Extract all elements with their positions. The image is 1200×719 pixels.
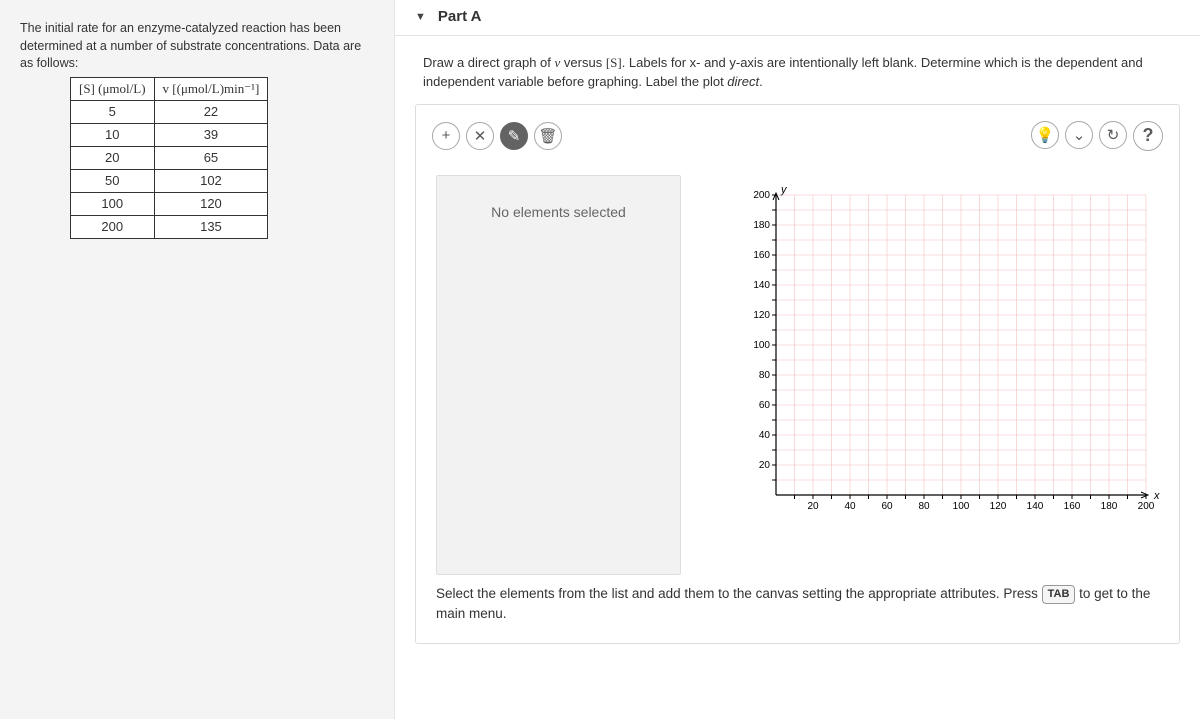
hint-button[interactable]: 💡	[1031, 121, 1059, 149]
graph-canvas[interactable]: y x 20406080100120140160180200 204060801…	[726, 175, 1166, 545]
table-row: 2065	[71, 146, 268, 169]
svg-text:140: 140	[1027, 501, 1044, 512]
y-axis-label: y	[780, 184, 788, 196]
problem-panel: The initial rate for an enzyme-catalyzed…	[0, 0, 395, 719]
svg-text:120: 120	[990, 501, 1007, 512]
svg-text:200: 200	[1138, 501, 1155, 512]
selection-panel: No elements selected	[436, 175, 681, 575]
graph-widget: + ✕ ✎ 🗑 💡 ⌄ ↻ ? No elements selected	[415, 104, 1180, 644]
svg-text:20: 20	[759, 460, 771, 471]
col-v-header: v [(μmol/L)min⁻¹]	[154, 77, 268, 100]
add-element-button[interactable]: +	[432, 122, 460, 150]
svg-text:140: 140	[753, 280, 770, 291]
svg-text:40: 40	[759, 430, 771, 441]
svg-text:120: 120	[753, 310, 770, 321]
more-button[interactable]: ⌄	[1065, 121, 1093, 149]
tab-key-hint: TAB	[1042, 585, 1076, 604]
answer-panel: ▼ Part A Draw a direct graph of v versus…	[395, 0, 1200, 719]
svg-text:60: 60	[759, 400, 771, 411]
data-table: [S] (μmol/L) v [(μmol/L)min⁻¹] 522103920…	[70, 77, 268, 239]
draw-button[interactable]: ✎	[500, 122, 528, 150]
svg-text:180: 180	[753, 220, 770, 231]
svg-text:20: 20	[807, 501, 819, 512]
table-row: 200135	[71, 215, 268, 238]
svg-text:100: 100	[953, 501, 970, 512]
part-label: Part A	[438, 8, 482, 25]
table-row: 522	[71, 100, 268, 123]
col-s-header: [S] (μmol/L)	[71, 77, 155, 100]
footer-note: Select the elements from the list and ad…	[436, 584, 1159, 625]
svg-text:160: 160	[753, 250, 770, 261]
table-row: 100120	[71, 192, 268, 215]
remove-point-button[interactable]: ✕	[466, 122, 494, 150]
problem-intro: The initial rate for an enzyme-catalyzed…	[20, 20, 374, 73]
part-header[interactable]: ▼ Part A	[395, 0, 1200, 36]
table-row: 1039	[71, 123, 268, 146]
help-button[interactable]: ?	[1133, 121, 1163, 151]
svg-text:200: 200	[753, 190, 770, 201]
reset-button[interactable]: ↻	[1099, 121, 1127, 149]
trash-button[interactable]: 🗑	[534, 122, 562, 150]
table-row: 50102	[71, 169, 268, 192]
svg-text:80: 80	[918, 501, 930, 512]
svg-text:60: 60	[881, 501, 893, 512]
toolbar: + ✕ ✎ 🗑 💡 ⌄ ↻ ?	[428, 121, 1167, 151]
svg-text:40: 40	[844, 501, 856, 512]
svg-text:180: 180	[1101, 501, 1118, 512]
svg-text:100: 100	[753, 340, 770, 351]
instructions: Draw a direct graph of v versus [S]. Lab…	[395, 36, 1200, 104]
svg-text:160: 160	[1064, 501, 1081, 512]
svg-text:80: 80	[759, 370, 771, 381]
collapse-caret-icon[interactable]: ▼	[415, 11, 426, 23]
